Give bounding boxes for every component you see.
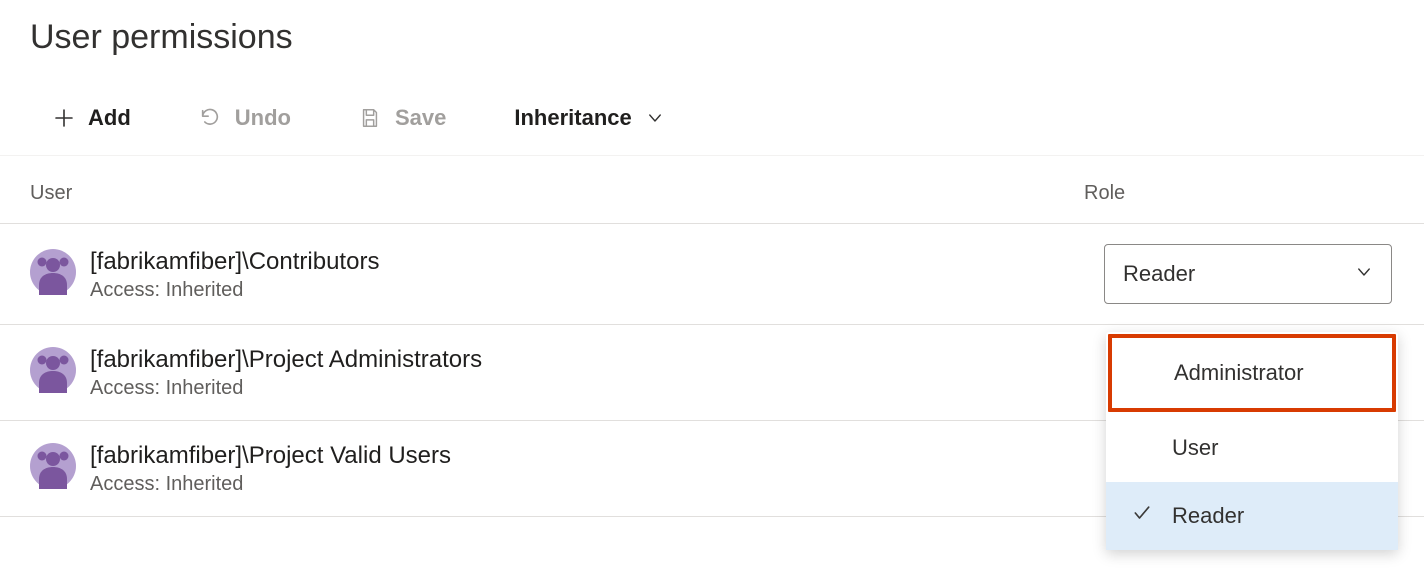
row-access: Access: Inherited [90, 473, 1104, 496]
inheritance-button-label: Inheritance [514, 105, 631, 131]
role-option-user[interactable]: User [1106, 414, 1398, 482]
role-select[interactable]: Reader [1104, 244, 1392, 304]
role-option-administrator[interactable]: Administrator [1108, 334, 1396, 412]
role-select-value: Reader [1123, 261, 1195, 287]
role-option-reader[interactable]: Reader [1106, 482, 1398, 550]
row-name: [fabrikamfiber]\Project Administrators [90, 345, 1104, 375]
chevron-down-icon [646, 109, 664, 127]
row-info: [fabrikamfiber]\Project Valid Users Acce… [90, 441, 1104, 496]
chevron-down-icon [1355, 261, 1373, 287]
add-button-label: Add [88, 105, 131, 131]
row-name: [fabrikamfiber]\Project Valid Users [90, 441, 1104, 471]
undo-button-label: Undo [235, 105, 291, 131]
table-row[interactable]: [fabrikamfiber]\Contributors Access: Inh… [0, 224, 1424, 325]
role-dropdown: Administrator User Reader [1106, 332, 1398, 550]
row-name: [fabrikamfiber]\Contributors [90, 247, 1104, 277]
plus-icon [54, 108, 74, 128]
row-info: [fabrikamfiber]\Project Administrators A… [90, 345, 1104, 400]
toolbar: Add Undo Save Inheritance [0, 57, 1424, 155]
column-header-role: Role [1084, 182, 1394, 205]
group-avatar-icon [30, 443, 76, 494]
checkmark-icon [1132, 503, 1152, 529]
role-option-label: Reader [1172, 503, 1244, 529]
add-button[interactable]: Add [54, 105, 131, 131]
page-title: User permissions [0, 0, 1424, 57]
group-avatar-icon [30, 347, 76, 398]
save-button-label: Save [395, 105, 446, 131]
row-info: [fabrikamfiber]\Contributors Access: Inh… [90, 247, 1104, 302]
undo-button: Undo [199, 105, 291, 131]
row-access: Access: Inherited [90, 377, 1104, 400]
column-header-user: User [30, 182, 1084, 205]
group-avatar-icon [30, 249, 76, 300]
undo-icon [199, 107, 221, 129]
inheritance-button[interactable]: Inheritance [514, 105, 663, 131]
row-access: Access: Inherited [90, 279, 1104, 302]
role-option-label: Administrator [1174, 360, 1304, 386]
save-icon [359, 107, 381, 129]
role-option-label: User [1172, 435, 1218, 461]
table-header: User Role [0, 155, 1424, 224]
save-button: Save [359, 105, 446, 131]
